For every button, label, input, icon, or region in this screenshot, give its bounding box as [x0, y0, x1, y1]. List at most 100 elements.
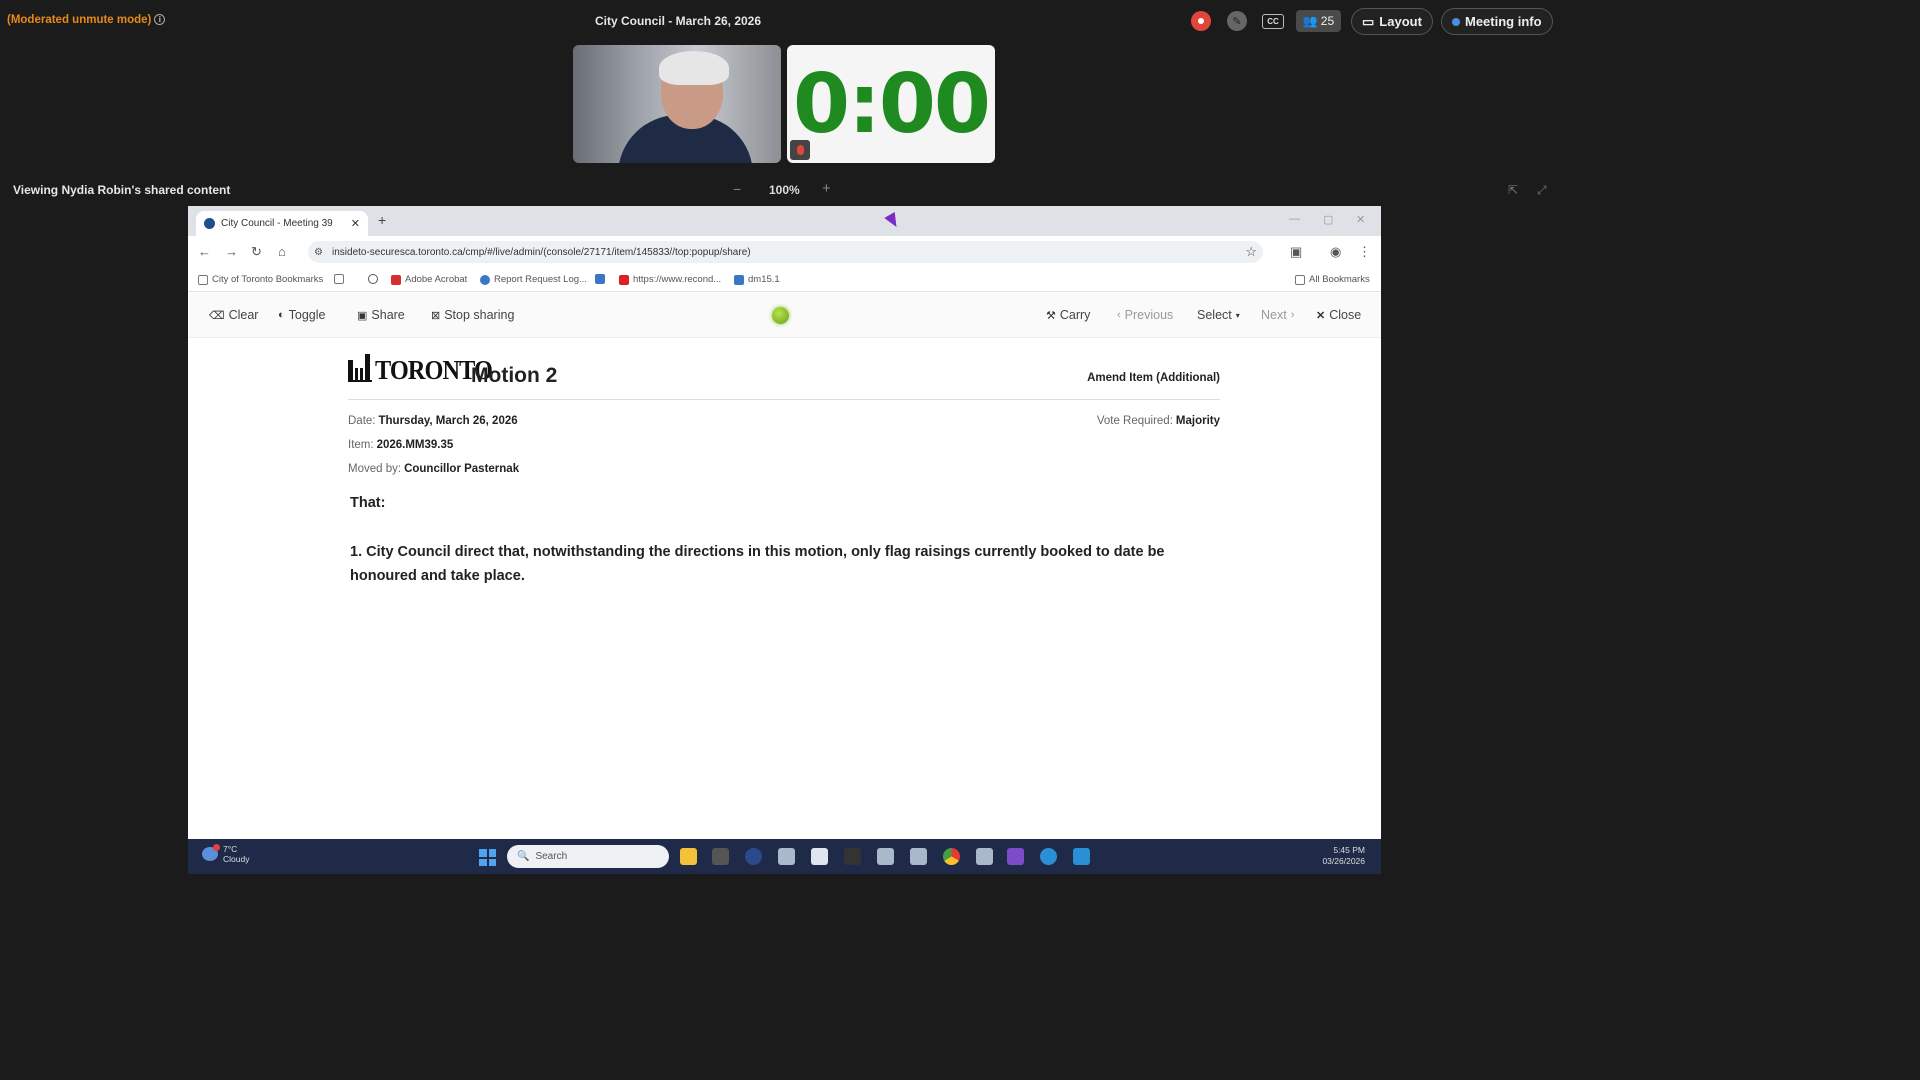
people-icon: 👥	[1302, 14, 1318, 28]
back-icon[interactable]: ←	[198, 244, 211, 259]
date-label: Date:	[348, 415, 376, 427]
file-explorer-icon[interactable]	[680, 848, 697, 865]
close-button[interactable]: ✕ Close	[1316, 308, 1361, 322]
previous-button[interactable]: ‹ Previous	[1117, 308, 1173, 322]
globe-shape	[368, 274, 378, 284]
browser-tab[interactable]: City Council - Meeting 39 ✕	[196, 211, 368, 236]
divider	[348, 399, 1220, 400]
chevron-left-icon: ‹	[1117, 309, 1121, 321]
city-hall-icon	[348, 354, 372, 382]
bookmark-youtube[interactable]: https://www.recond...	[619, 274, 721, 285]
tab-favicon-icon	[204, 218, 215, 229]
share-button[interactable]: ▣ Share	[357, 308, 405, 322]
zoom-in-button[interactable]: +	[822, 180, 831, 197]
maximize-icon[interactable]: ▢	[1323, 213, 1333, 226]
close-tab-icon[interactable]: ✕	[351, 217, 360, 230]
eraser-icon: ⌫	[209, 309, 225, 322]
bookmark-folder-city-of-toronto[interactable]: City of Toronto Bookmarks	[198, 274, 323, 285]
reload-icon[interactable]: ↻	[251, 244, 262, 260]
bookmark-star-icon[interactable]: ☆	[1245, 244, 1257, 260]
toronto-app-icon[interactable]	[877, 848, 894, 865]
chevron-right-icon: ›	[1290, 309, 1295, 321]
all-bookmarks[interactable]: All Bookmarks	[1295, 274, 1370, 285]
toggle-button[interactable]: ◐ Toggle	[278, 308, 326, 322]
toronto-bookmark-icon[interactable]	[595, 274, 605, 284]
status-indicator	[772, 307, 789, 324]
weather-icon	[202, 844, 220, 861]
menu-icon[interactable]: ⋮	[1358, 244, 1371, 260]
app-icon[interactable]	[745, 848, 762, 865]
start-button[interactable]	[479, 849, 496, 866]
teams-icon[interactable]	[1007, 848, 1024, 865]
carry-button[interactable]: ⚒ Carry	[1046, 308, 1090, 322]
chrome-icon[interactable]	[943, 848, 960, 865]
select-dropdown[interactable]: Select ▾	[1197, 308, 1240, 322]
previous-label: Previous	[1124, 308, 1174, 322]
stop-sharing-button[interactable]: ⊠ Stop sharing	[431, 308, 514, 322]
share-label: Share	[371, 308, 405, 322]
toronto-app-icon[interactable]	[811, 848, 828, 865]
app-icon[interactable]	[844, 848, 861, 865]
toronto-icon	[734, 274, 744, 285]
link-icon	[480, 274, 490, 285]
toggle-label: Toggle	[288, 308, 326, 322]
site-settings-icon[interactable]: ⚙	[314, 247, 323, 258]
window-close-icon[interactable]: ✕	[1356, 213, 1365, 226]
profile-icon[interactable]: ◉	[1330, 244, 1341, 260]
url-field[interactable]: ⚙ insideto-securesca.toronto.ca/cmp/#/li…	[308, 241, 1263, 263]
vote-required-row: Vote Required: Majority	[1097, 415, 1220, 427]
apps-icon[interactable]	[334, 274, 344, 284]
vote-value: Majority	[1175, 415, 1220, 427]
gavel-icon: ⚒	[1046, 309, 1056, 322]
moved-by-value: Councillor Pasternak	[404, 463, 520, 475]
pop-out-icon[interactable]: ⇱	[1508, 183, 1518, 197]
edge-icon[interactable]	[1040, 848, 1057, 865]
weather-widget[interactable]: 7°C Cloudy	[202, 844, 249, 864]
zoom-level: 100%	[769, 183, 800, 197]
close-label: Close	[1329, 308, 1362, 322]
close-icon: ✕	[1316, 309, 1326, 322]
bookmark-adobe-acrobat[interactable]: Adobe Acrobat	[391, 274, 467, 285]
taskbar-search[interactable]: 🔍 Search	[507, 845, 669, 868]
zoom-out-button[interactable]: −	[733, 181, 741, 197]
forward-icon[interactable]: →	[225, 244, 238, 259]
participant-video-tile[interactable]	[573, 45, 781, 163]
layout-button[interactable]: ▭ Layout	[1351, 8, 1433, 35]
url-text: insideto-securesca.toronto.ca/cmp/#/live…	[332, 246, 751, 258]
viewing-shared-content-label: Viewing Nydia Robin's shared content	[13, 183, 231, 197]
moved-by-label: Moved by:	[348, 463, 402, 475]
clear-button[interactable]: ⌫ Clear	[209, 308, 258, 322]
toronto-app-icon[interactable]	[778, 848, 795, 865]
muted-mic-icon	[790, 140, 810, 160]
toronto-app-icon[interactable]	[910, 848, 927, 865]
weather-condition: Cloudy	[223, 854, 250, 864]
recording-icon[interactable]	[1191, 11, 1211, 31]
minimize-icon[interactable]: —	[1289, 213, 1300, 225]
time: 5:45 PM	[1333, 845, 1365, 855]
motion-that: That:	[350, 495, 386, 511]
timer-video-tile[interactable]: 0:00	[787, 45, 995, 163]
fullscreen-icon[interactable]: ⤢	[1537, 183, 1547, 198]
notes-icon[interactable]: ✎	[1227, 11, 1247, 31]
meeting-date-row: Date: Thursday, March 26, 2026	[348, 415, 518, 427]
sidepanel-icon[interactable]: ▣	[1290, 244, 1302, 260]
new-tab-button[interactable]: +	[378, 212, 386, 228]
bookmark-report-request[interactable]: Report Request Log...	[480, 274, 587, 285]
globe-icon[interactable]	[368, 274, 378, 284]
item-row: Item: 2026.MM39.35	[348, 439, 453, 451]
closed-captions-icon[interactable]: CC	[1262, 14, 1284, 29]
bookmark-dm15[interactable]: dm15.1	[734, 274, 780, 285]
tab-title: City Council - Meeting 39	[221, 218, 333, 229]
webex-icon[interactable]	[1073, 848, 1090, 865]
taskbar-clock[interactable]: 5:45 PM 03/26/2026	[1322, 845, 1365, 867]
participants-button[interactable]: 👥 25	[1296, 10, 1341, 32]
windows-taskbar: 7°C Cloudy 🔍 Search 5:45 PM 03/26/2026	[188, 839, 1381, 874]
meeting-info-button[interactable]: Meeting info	[1441, 8, 1553, 35]
home-icon[interactable]: ⌂	[278, 244, 286, 259]
next-button[interactable]: Next ›	[1261, 308, 1294, 322]
carry-label: Carry	[1059, 308, 1091, 322]
app-icon[interactable]	[712, 848, 729, 865]
timer-display: 0:00	[793, 56, 991, 152]
toronto-app-icon[interactable]	[976, 848, 993, 865]
search-icon: 🔍	[517, 851, 530, 862]
